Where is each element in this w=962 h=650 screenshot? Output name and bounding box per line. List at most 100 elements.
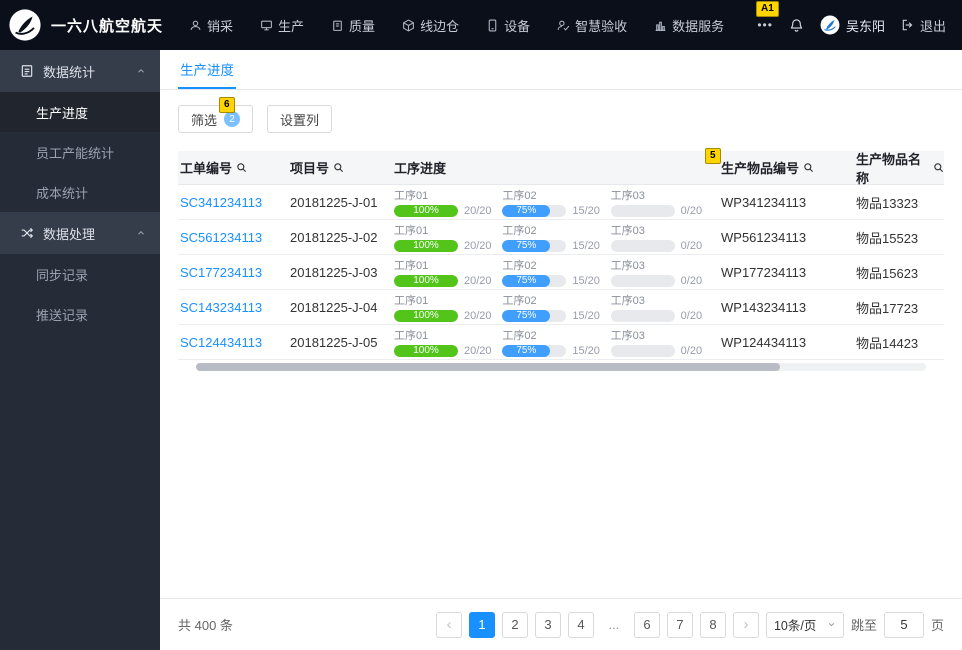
process-progress: 工序01 100% 20/20 [394,222,502,252]
column-header-item-code[interactable]: 生产物品编号 [719,158,854,177]
item-code-cell: WP143234113 [721,299,807,315]
column-header-project[interactable]: 项目号 [288,158,392,177]
nav-item-equipment[interactable]: 设备 [486,16,530,35]
user-check-icon [557,19,570,32]
page-button-8[interactable]: 8 [699,611,726,638]
chevron-up-icon [136,228,146,238]
device-icon [486,19,499,32]
progress-percent: 100% [413,345,439,356]
nav-item-lineside-warehouse[interactable]: 线边仓 [402,16,459,35]
process-progress: 工序03 0/20 [610,222,719,252]
process-label: 工序02 [502,225,537,237]
work-order-link[interactable]: SC143234113 [180,300,262,315]
progress-bar: 100% [394,310,458,322]
page-button-4[interactable]: 4 [567,611,594,638]
project-cell: 20181225-J-01 [290,194,378,210]
process-progress: 工序02 75% 15/20 [502,292,610,322]
set-columns-label: 设置列 [280,112,320,128]
next-page-button[interactable]: › [732,611,759,638]
sidebar-item-cost-statistics[interactable]: 成本统计 [0,172,160,212]
nav-item-quality[interactable]: 质量 [331,16,375,35]
progress-percent: 75% [516,345,537,356]
tab-production-progress[interactable]: 生产进度 [178,50,236,89]
sidebar-group-data-statistics[interactable]: 数据统计 [0,50,160,92]
sidebar-group-data-processing[interactable]: 数据处理 [0,212,160,254]
user-icon [189,19,202,32]
column-label: 项目号 [290,161,330,176]
progress-count: 0/20 [680,310,703,322]
work-order-link[interactable]: SC124434113 [180,335,262,350]
progress-bar [610,240,675,252]
page-size-select[interactable]: 10条/页 [765,611,844,638]
work-order-link[interactable]: SC561234113 [180,230,262,245]
production-table: 工单编号 项目号 工序进度 生产物品编号 生产物品名称 SC341234113 … [178,151,944,371]
search-icon[interactable] [236,162,247,173]
work-order-link[interactable]: SC177234113 [180,265,262,280]
page-button-2[interactable]: 2 [501,611,528,638]
search-icon[interactable] [333,162,344,173]
search-icon[interactable] [933,162,944,173]
filter-button[interactable]: 筛选 2 [178,105,254,133]
toolbar: 筛选 2 设置列 [178,105,944,133]
progress-count: 15/20 [572,345,600,357]
progress-count: 0/20 [680,345,703,357]
set-columns-button[interactable]: 设置列 [267,105,333,133]
nav-item-production[interactable]: 生产 [260,16,304,35]
page-size-value: 10条/页 [773,619,817,633]
sidebar-item-employee-capacity[interactable]: 员工产能统计 [0,132,160,172]
search-icon[interactable] [803,162,814,173]
sidebar-item-sync-records[interactable]: 同步记录 [0,254,160,294]
process-progress: 工序02 75% 15/20 [502,257,610,287]
column-header-item-name[interactable]: 生产物品名称 [854,149,944,187]
user-menu[interactable]: 吴东阳 [820,15,885,35]
column-header-work-order[interactable]: 工单编号 [178,158,288,177]
process-progress: 工序01 100% 20/20 [394,257,502,287]
horizontal-scrollbar[interactable] [196,363,926,371]
process-label: 工序02 [502,295,537,307]
item-code-cell: WP341234113 [721,194,807,210]
table-row: SC143234113 20181225-J-04 工序01 100% 20/20 工… [178,290,944,325]
nav-item-sales-procurement[interactable]: 销采 [189,16,233,35]
avatar [820,15,840,35]
table-header: 工单编号 项目号 工序进度 生产物品编号 生产物品名称 [178,149,944,187]
process-label: 工序01 [394,260,429,272]
nav-label: 设备 [504,18,531,34]
progress-bar: 75% [502,310,567,322]
process-label: 工序03 [610,225,645,237]
user-name: 吴东阳 [845,18,885,34]
page-button-7[interactable]: 7 [666,611,693,638]
page-button-1[interactable]: 1 [468,611,495,638]
sidebar-item-production-progress[interactable]: 生产进度 [0,92,160,132]
page-button-6[interactable]: 6 [633,611,660,638]
column-header-process-progress: 工序进度 [392,158,719,177]
work-order-link[interactable]: SC341234113 [180,195,262,210]
column-label: 生产物品编号 [721,161,800,176]
nav-item-smart-acceptance[interactable]: 智慧验收 [557,16,627,35]
nav-item-data-service[interactable]: 数据服务 [654,16,724,35]
process-progress: 工序03 0/20 [610,187,719,217]
item-name-cell: 物品17723 [856,300,919,316]
scrollbar-thumb[interactable] [196,363,780,371]
page-button-3[interactable]: 3 [534,611,561,638]
chart-icon [654,19,667,32]
sidebar-item-push-records[interactable]: 推送记录 [0,294,160,334]
progress-percent: 75% [516,275,537,286]
progress-percent: 100% [413,275,439,286]
progress-bar [610,205,675,217]
progress-count: 15/20 [572,310,600,322]
more-menu-button[interactable]: ••• [757,18,773,32]
prev-page-button[interactable]: ‹ [435,611,462,638]
company-logo-icon [8,8,42,42]
notification-bell-icon[interactable] [789,18,804,33]
progress-count: 20/20 [464,275,492,287]
item-name-cell: 物品13323 [856,195,919,211]
monitor-icon [260,19,273,32]
table-row: SC124434113 20181225-J-05 工序01 100% 20/20 工… [178,325,944,360]
logout-label: 退出 [919,18,946,34]
progress-percent: 100% [413,205,439,216]
annotation-mark-item-code-column: 5 [705,148,721,164]
jump-page-input[interactable] [883,611,924,638]
logout-button[interactable]: 退出 [901,16,946,35]
item-code-cell: WP177234113 [721,264,807,280]
progress-bar: 75% [502,205,567,217]
